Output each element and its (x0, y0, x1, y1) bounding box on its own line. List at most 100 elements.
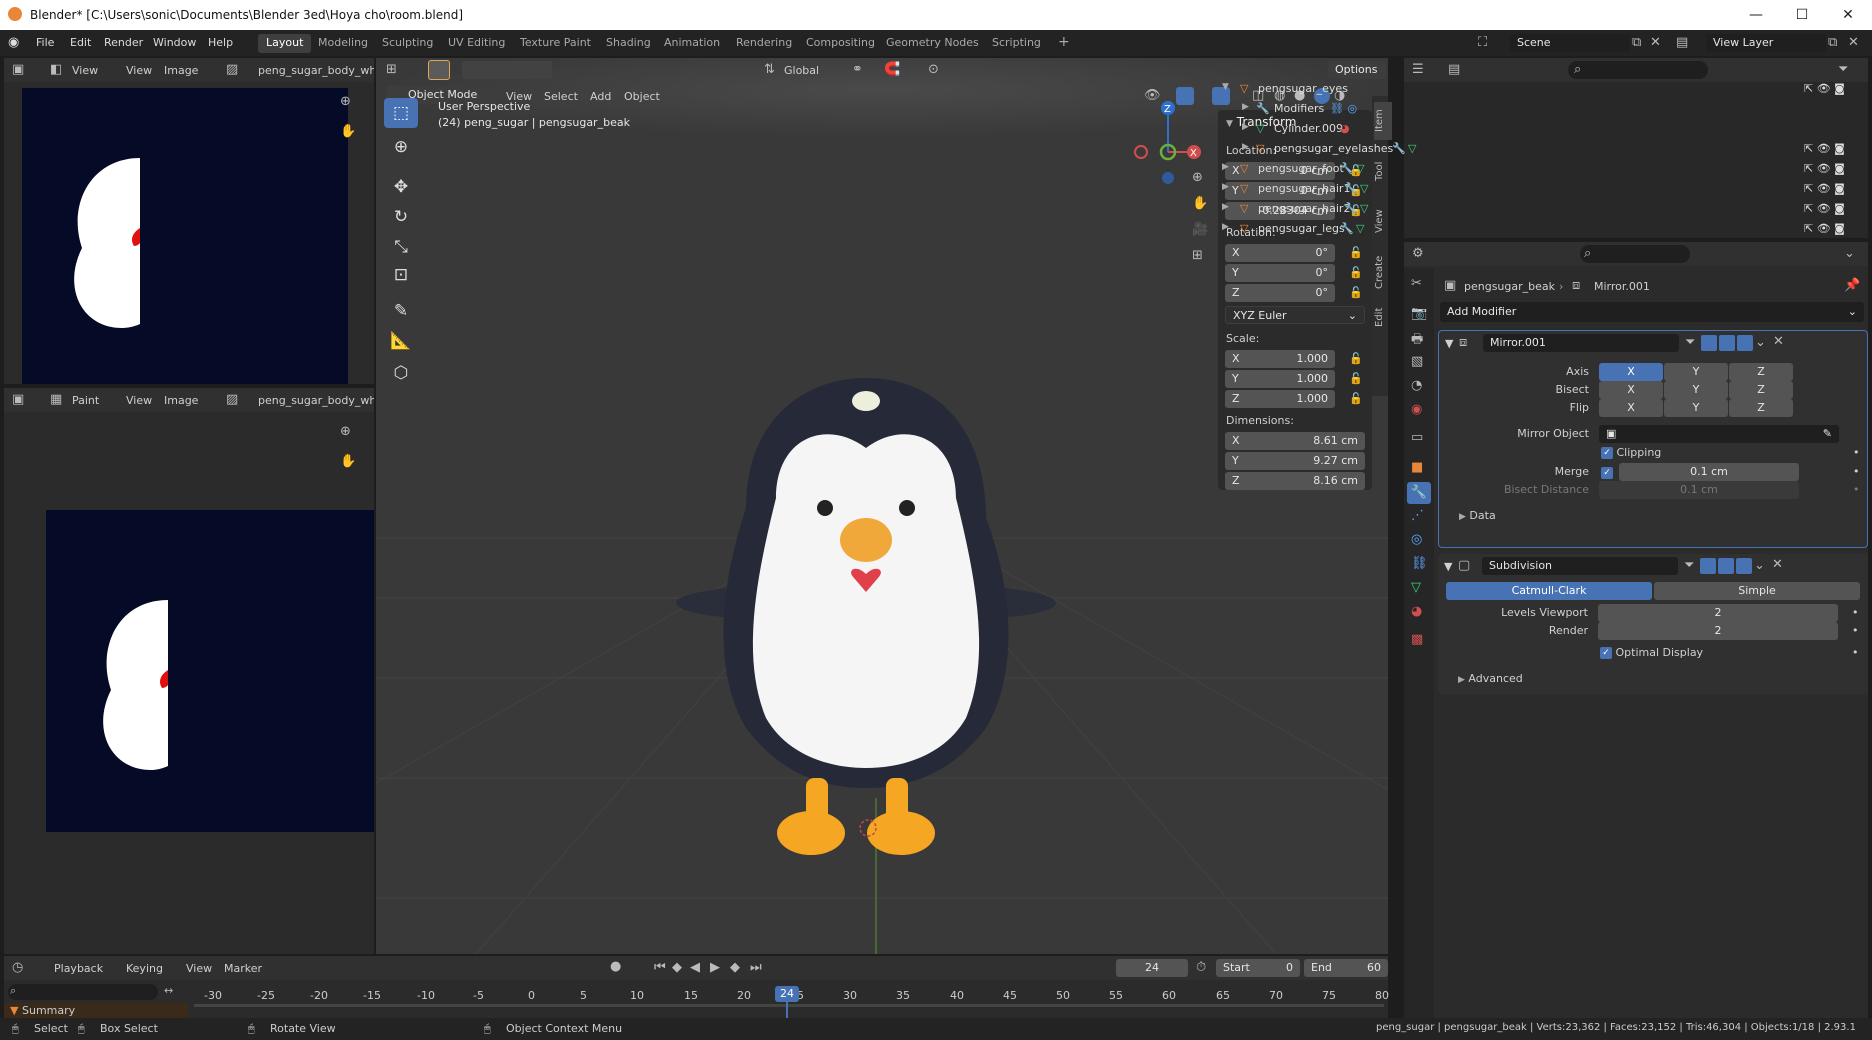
flip-x-toggle[interactable]: X (1599, 399, 1663, 417)
mirror-object-field[interactable]: ▣ ✎ (1599, 425, 1839, 443)
tab-rendering[interactable]: Rendering (728, 34, 800, 53)
constraints-tab-icon[interactable]: ⛓ (1411, 556, 1428, 571)
dropdown-chevron-icon[interactable]: ⌄ (1754, 558, 1765, 573)
editor-type-icon[interactable]: ◷ (12, 960, 23, 975)
start-frame-field[interactable]: Start 0 (1216, 959, 1300, 977)
menu-view[interactable]: View (126, 394, 152, 407)
axis-z-toggle[interactable]: Z (1729, 363, 1793, 381)
subdivision-modifier-name-input[interactable]: Subdivision (1482, 557, 1678, 575)
world-tab-icon[interactable]: ◉ (1411, 402, 1422, 417)
selection-mode-buttons[interactable] (462, 61, 552, 79)
bisect-y-toggle[interactable]: Y (1664, 381, 1728, 399)
outliner-row[interactable]: ▼ ▽ pengsugar_eyes ⇱ 👁 ◙ (1210, 82, 1860, 101)
menu-file[interactable]: File (36, 36, 54, 49)
tab-edit[interactable]: Edit (1374, 302, 1392, 332)
collapse-channels-icon[interactable]: ↔ (164, 984, 173, 997)
tab-shading[interactable]: Shading (598, 34, 659, 53)
scale-y-field[interactable]: Y 1.000 (1225, 370, 1335, 388)
menu-view[interactable]: View (126, 64, 152, 77)
jump-start-icon[interactable]: ⏮ (654, 960, 666, 975)
menu-image[interactable]: Image (164, 64, 198, 77)
menu-help[interactable]: Help (208, 36, 233, 49)
lock-icon[interactable]: 🔓 (1349, 372, 1363, 385)
dropdown-chevron-icon[interactable]: ⌄ (1755, 335, 1766, 350)
menu-render[interactable]: Render (104, 36, 143, 49)
viewport-toggle-icon[interactable] (1719, 335, 1735, 351)
particles-tab-icon[interactable]: ⋰ (1411, 508, 1424, 523)
advanced-subpanel-toggle[interactable]: ▶ Advanced (1458, 672, 1523, 685)
editor-type-icon[interactable]: ⊞ (386, 62, 397, 77)
timeline-search-input[interactable] (8, 984, 158, 1000)
outliner-row[interactable]: ▶ ▽ Cylinder.009 ◕ (1210, 122, 1860, 141)
collection-tab-icon[interactable]: ▭ (1411, 430, 1423, 445)
view-layer-icon[interactable]: ▤ (1676, 35, 1688, 50)
outliner-row[interactable]: ▶ ▽ pengsugar_legs 🔧 ▽ ⇱ 👁 ◙ (1210, 222, 1860, 241)
add-workspace-icon[interactable]: + (1050, 32, 1078, 51)
data-tab-icon[interactable]: ▽ (1411, 580, 1421, 595)
add-modifier-dropdown[interactable]: Add Modifier ⌄ (1440, 302, 1864, 322)
camera-view-icon[interactable]: 🎥 (1192, 222, 1208, 237)
zoom-icon[interactable]: ⊕ (340, 94, 351, 109)
jump-end-icon[interactable]: ⏭ (750, 960, 762, 975)
prev-keyframe-icon[interactable]: ◆ (672, 960, 682, 975)
penguin-model[interactable] (646, 378, 1086, 898)
zoom-view-icon[interactable]: ⊕ (1192, 170, 1203, 185)
tab-modeling[interactable]: Modeling (310, 34, 376, 53)
dimensions-z-field[interactable]: Z 8.16 cm (1225, 472, 1365, 490)
editor-type-icon[interactable]: ☰ (1412, 62, 1424, 77)
lock-icon[interactable]: 🔓 (1349, 352, 1363, 365)
options-chevron-icon[interactable]: ⌄ (1844, 246, 1855, 261)
rotation-z-field[interactable]: Z 0° (1225, 284, 1335, 302)
outliner-row[interactable]: ▶ ▽ pengsugar_hair1 🔧 ▽ ⇱ 👁 ◙ (1210, 182, 1860, 201)
view-mode-icon[interactable]: ◧ (50, 62, 62, 77)
lock-icon[interactable]: 🔓 (1349, 246, 1363, 259)
marker-menu[interactable]: Marker (224, 962, 262, 975)
menu-image[interactable]: Image (164, 394, 198, 407)
timeline-scrollbar[interactable] (194, 1004, 1384, 1007)
delete-modifier-icon[interactable]: ✕ (1772, 557, 1783, 572)
bisect-z-toggle[interactable]: Z (1729, 381, 1793, 399)
maximize-icon[interactable]: ☐ (1782, 4, 1822, 26)
paint-mode-icon[interactable]: ▦ (50, 392, 62, 407)
zoom-icon[interactable]: ⊕ (340, 424, 351, 439)
play-icon[interactable]: ▶ (710, 960, 720, 975)
physics-tab-icon[interactable]: ◎ (1411, 532, 1422, 547)
pivot-icon[interactable]: ⚭ (852, 62, 863, 77)
display-mode-icon[interactable]: ▤ (1448, 62, 1460, 77)
rotate-tool-icon[interactable]: ↻ (384, 202, 418, 232)
view-layer-selector[interactable]: View Layer (1706, 34, 1826, 52)
render-toggle-icon[interactable] (1736, 558, 1752, 574)
outliner-row[interactable]: ▶ ▽ pengsugar_hair2 🔧 ▽ ⇱ 👁 ◙ (1210, 202, 1860, 221)
menu-add[interactable]: Add (590, 90, 611, 103)
filter-icon[interactable]: ⏷ (1838, 62, 1848, 77)
scene-tab-icon[interactable]: ◔ (1411, 378, 1422, 393)
collapse-icon[interactable]: ▼ (1444, 560, 1452, 573)
render-tab-icon[interactable]: 📷 (1411, 306, 1427, 321)
cage-toggle-icon[interactable] (1700, 558, 1716, 574)
cursor-tool-icon[interactable]: ⊕ (384, 132, 418, 162)
object-tab-icon[interactable]: ■ (1411, 460, 1423, 475)
options-dropdown[interactable]: Options (1328, 61, 1386, 79)
end-frame-field[interactable]: End 60 (1304, 959, 1388, 977)
ortho-toggle-icon[interactable]: ⊞ (1192, 248, 1203, 263)
snap-icon[interactable]: 🧲 (884, 62, 900, 77)
modifier-tab-icon[interactable]: 🔧 (1407, 482, 1431, 504)
outliner-row[interactable]: ▶ 🔧 Modifiers ⛓ ◎ (1210, 102, 1860, 121)
scale-tool-icon[interactable]: ⤡ (384, 232, 418, 262)
cage-toggle-icon[interactable] (1701, 335, 1717, 351)
outliner-row[interactable]: ▶ ▽ pengsugar_foot 🔧 ▽ ⇱ 👁 ◙ (1210, 162, 1860, 181)
properties-search-input[interactable] (1580, 245, 1690, 263)
transform-tool-icon[interactable]: ⊡ (384, 260, 418, 290)
select-box-tool-icon[interactable]: ⬚ (384, 98, 418, 128)
menu-select[interactable]: Select (544, 90, 578, 103)
new-view-layer-icon[interactable]: ⧉ (1828, 35, 1837, 50)
tab-compositing[interactable]: Compositing (798, 34, 883, 53)
play-reverse-icon[interactable]: ◀ (690, 960, 700, 975)
tab-create[interactable]: Create (1374, 250, 1392, 294)
catmull-clark-toggle[interactable]: Catmull-Clark (1446, 582, 1652, 600)
viewport-toggle-icon[interactable] (1718, 558, 1734, 574)
proportional-edit-icon[interactable]: ⊙ (928, 62, 939, 77)
editor-type-icon[interactable]: ⚙ (1412, 246, 1424, 261)
view-menu[interactable]: View (186, 962, 212, 975)
material-tab-icon[interactable]: ◕ (1411, 604, 1422, 619)
